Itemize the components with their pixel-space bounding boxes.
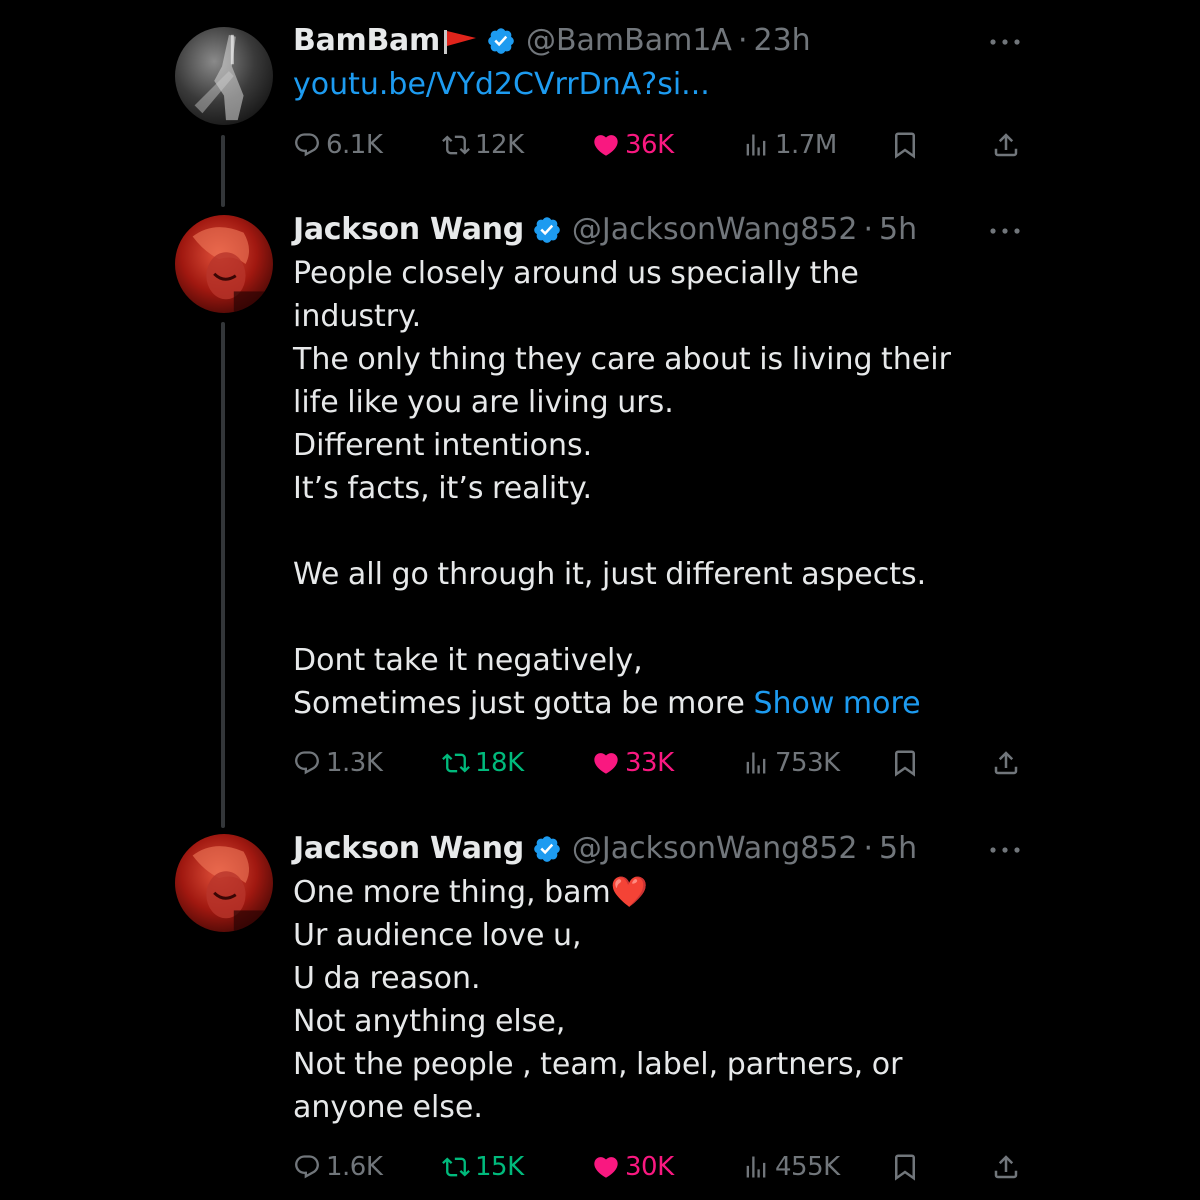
avatar[interactable] [175,215,273,313]
separator-dot: · [737,23,748,58]
views-chart-icon [742,1153,770,1181]
reply-button[interactable]: 6.1K [293,125,383,165]
like-count: 33K [625,748,674,778]
share-icon[interactable] [991,1151,1021,1183]
tweet-header: BamBam @BamBam1A · 23h [293,19,993,63]
verified-badge-icon [532,834,562,864]
view-count: 455K [775,1152,840,1182]
tweet-actions: 6.1K 12K 36K 1.7M [0,125,1200,165]
heart-icon [592,1153,620,1181]
retweet-icon [442,131,470,159]
red-flag-icon [443,30,476,54]
bookmark-icon[interactable] [890,747,920,779]
bookmark-icon[interactable] [890,1151,920,1183]
display-name[interactable]: Jackson Wang [293,208,524,252]
tweet-actions: 1.6K 15K 30K 455K [0,1147,1200,1187]
user-handle[interactable]: @JacksonWang852 [572,208,858,252]
retweet-count: 12K [475,130,524,160]
heart-icon [592,131,620,159]
reply-button[interactable]: 1.3K [293,743,383,783]
reply-icon [293,1153,321,1181]
reply-icon [293,749,321,777]
timestamp[interactable]: 23h [754,19,811,63]
like-button[interactable]: 36K [592,125,674,165]
bookmark-icon[interactable] [890,129,920,161]
avatar[interactable] [175,834,273,932]
views-chart-icon [742,131,770,159]
share-icon[interactable] [991,129,1021,161]
display-name[interactable]: BamBam [293,19,440,63]
like-button[interactable]: 33K [592,743,674,783]
retweet-button[interactable]: 15K [442,1147,524,1187]
reply-count: 1.3K [326,748,383,778]
views-chart-icon [742,749,770,777]
retweet-count: 18K [475,748,524,778]
like-button[interactable]: 30K [592,1147,674,1187]
reply-count: 1.6K [326,1152,383,1182]
avatar[interactable] [175,27,273,125]
share-icon[interactable] [991,747,1021,779]
more-options-icon[interactable] [987,844,1023,856]
retweet-count: 15K [475,1152,524,1182]
verified-badge-icon [532,215,562,245]
view-count: 753K [775,748,840,778]
timestamp[interactable]: 5h [879,208,917,252]
user-handle[interactable]: @BamBam1A [526,19,732,63]
tweet-actions: 1.3K 18K 33K 753K [0,743,1200,783]
retweet-icon [442,749,470,777]
user-handle[interactable]: @JacksonWang852 [572,827,858,871]
display-name[interactable]: Jackson Wang [293,827,524,871]
more-options-icon[interactable] [987,36,1023,48]
show-more-link[interactable]: Show more [753,686,920,721]
verified-badge-icon [486,26,516,56]
tweet-link[interactable]: youtu.be/VYd2CVrrDnA?si... [293,63,993,106]
views-button[interactable]: 753K [742,743,840,783]
heart-icon [592,749,620,777]
timestamp[interactable]: 5h [879,827,917,871]
more-options-icon[interactable] [987,225,1023,237]
retweet-icon [442,1153,470,1181]
reply-count: 6.1K [326,130,383,160]
views-button[interactable]: 1.7M [742,125,837,165]
retweet-button[interactable]: 12K [442,125,524,165]
tweet-text: People closely around us specially the i… [293,252,993,725]
retweet-button[interactable]: 18K [442,743,524,783]
like-count: 36K [625,130,674,160]
separator-dot: · [863,831,874,866]
views-button[interactable]: 455K [742,1147,840,1187]
tweet-header: Jackson Wang @JacksonWang852 · 5h [293,208,993,252]
tweet-text-content: People closely around us specially the i… [293,256,951,721]
reply-button[interactable]: 1.6K [293,1147,383,1187]
tweet-header: Jackson Wang @JacksonWang852 · 5h [293,827,993,871]
like-count: 30K [625,1152,674,1182]
tweet-text: One more thing, bam❤️ Ur audience love u… [293,875,903,1125]
reply-icon [293,131,321,159]
separator-dot: · [863,212,874,247]
view-count: 1.7M [775,130,837,160]
